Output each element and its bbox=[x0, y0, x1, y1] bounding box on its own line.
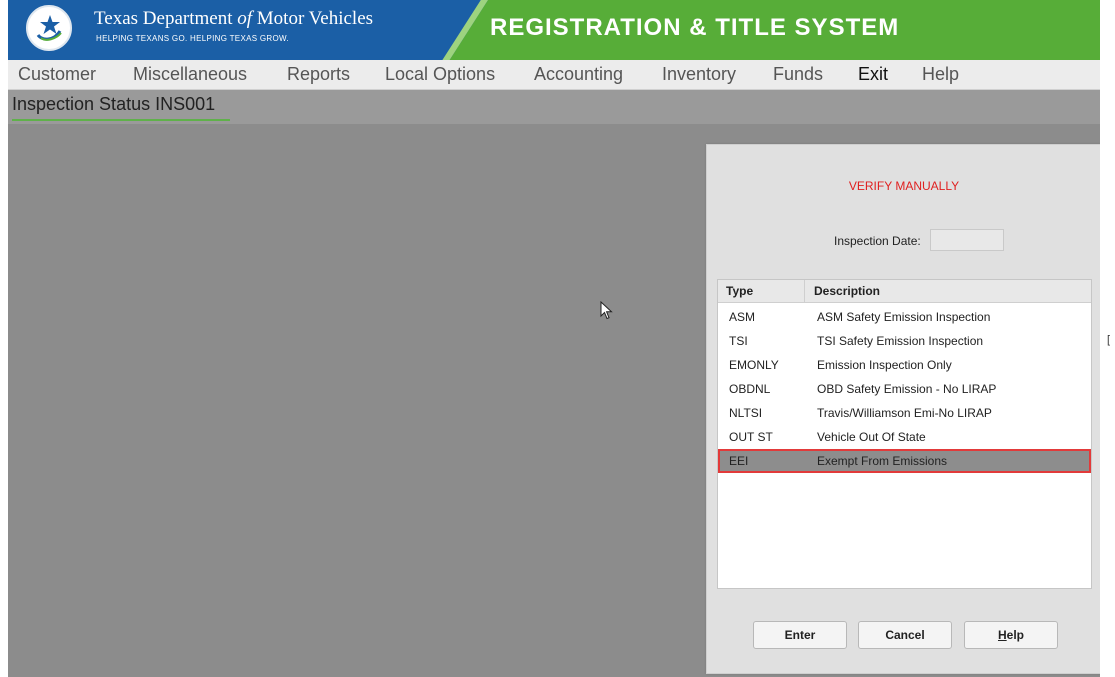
table-row-selected[interactable]: EEI Exempt From Emissions bbox=[718, 449, 1091, 473]
row-description: Vehicle Out Of State bbox=[817, 430, 926, 444]
column-header-description[interactable]: Description bbox=[814, 284, 880, 298]
menu-customer[interactable]: Customer bbox=[18, 64, 96, 85]
menu-inventory[interactable]: Inventory bbox=[662, 64, 736, 85]
inspection-date-input[interactable] bbox=[930, 229, 1004, 251]
row-description: OBD Safety Emission - No LIRAP bbox=[817, 382, 997, 396]
table-row[interactable]: TSI TSI Safety Emission Inspection bbox=[718, 329, 1091, 353]
app-window: Texas Department of Motor Vehicles HELPI… bbox=[8, 0, 1100, 677]
row-type: OBDNL bbox=[729, 382, 771, 396]
main-menu-bar: Customer Miscellaneous Reports Local Opt… bbox=[8, 60, 1100, 90]
department-tagline: HELPING TEXANS GO. HELPING TEXAS GROW. bbox=[96, 34, 289, 43]
department-name: Texas Department of Motor Vehicles bbox=[94, 8, 374, 29]
row-description: TSI Safety Emission Inspection bbox=[817, 334, 984, 348]
table-row[interactable]: OUT ST Vehicle Out Of State bbox=[718, 425, 1091, 449]
inspection-date-label: Inspection Date: bbox=[834, 234, 921, 248]
menu-help[interactable]: Help bbox=[922, 64, 959, 85]
column-header-type[interactable]: Type bbox=[726, 284, 753, 298]
row-type: TSI bbox=[729, 334, 748, 348]
menu-funds[interactable]: Funds bbox=[773, 64, 823, 85]
table-row[interactable]: EMONLY Emission Inspection Only bbox=[718, 353, 1091, 377]
row-description: Exempt From Emissions bbox=[817, 454, 948, 468]
inspection-type-table: Type Description ASM ASM Safety Emission… bbox=[717, 279, 1092, 589]
edge-artifact-mark: [ bbox=[1107, 334, 1111, 346]
menu-exit[interactable]: Exit bbox=[858, 64, 888, 85]
menu-reports[interactable]: Reports bbox=[287, 64, 350, 85]
help-button-label: elp bbox=[1006, 628, 1024, 642]
cancel-button[interactable]: Cancel bbox=[858, 621, 952, 649]
enter-button[interactable]: Enter bbox=[753, 621, 847, 649]
header-banner: Texas Department of Motor Vehicles HELPI… bbox=[8, 0, 1100, 60]
row-description: Travis/Williamson Emi-No LIRAP bbox=[817, 406, 992, 420]
verify-manually-notice: VERIFY MANUALLY bbox=[848, 179, 960, 193]
row-type: EEI bbox=[729, 454, 749, 468]
help-button-mnemonic: H bbox=[997, 628, 1007, 642]
page-title-bar: Inspection Status INS001 bbox=[8, 90, 1100, 124]
inspection-dialog: VERIFY MANUALLY Inspection Date: Type De… bbox=[706, 144, 1100, 674]
system-title: REGISTRATION & TITLE SYSTEM bbox=[490, 14, 900, 41]
table-row[interactable]: NLTSI Travis/Williamson Emi-No LIRAP bbox=[718, 401, 1091, 425]
row-description: Emission Inspection Only bbox=[817, 358, 952, 372]
txdmv-logo-icon bbox=[26, 5, 72, 51]
page-title-underline bbox=[12, 119, 230, 121]
row-type: ASM bbox=[729, 310, 756, 324]
table-row[interactable]: ASM ASM Safety Emission Inspection bbox=[718, 305, 1091, 329]
row-type: OUT ST bbox=[729, 430, 773, 444]
menu-accounting[interactable]: Accounting bbox=[534, 64, 623, 85]
menu-miscellaneous[interactable]: Miscellaneous bbox=[133, 64, 247, 85]
row-type: EMONLY bbox=[729, 358, 779, 372]
column-divider bbox=[804, 280, 805, 302]
row-type: NLTSI bbox=[729, 406, 763, 420]
page-title: Inspection Status INS001 bbox=[12, 94, 216, 114]
row-description: ASM Safety Emission Inspection bbox=[817, 310, 991, 324]
menu-local-options[interactable]: Local Options bbox=[385, 64, 495, 85]
help-button[interactable]: Help bbox=[964, 621, 1058, 649]
table-header: Type Description bbox=[718, 280, 1091, 303]
mouse-pointer-icon bbox=[600, 301, 613, 320]
table-row[interactable]: OBDNL OBD Safety Emission - No LIRAP bbox=[718, 377, 1091, 401]
